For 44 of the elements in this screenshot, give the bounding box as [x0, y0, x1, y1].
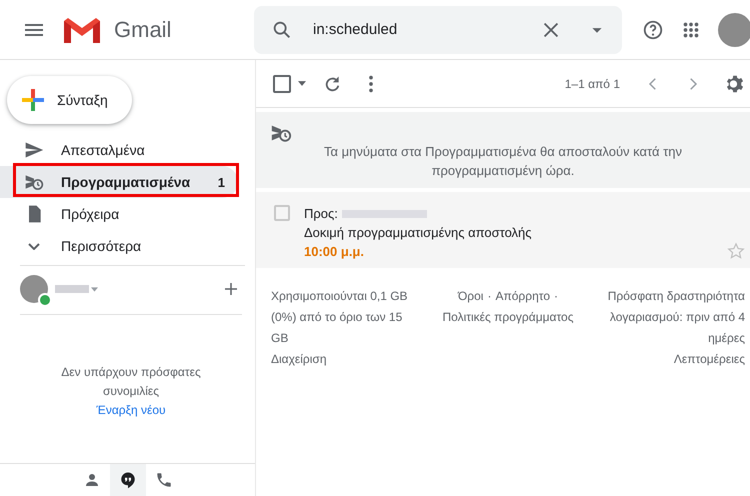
separator-dot: · — [554, 288, 558, 305]
compose-button[interactable]: Σύνταξη — [7, 76, 132, 124]
notice-text: Τα μηνύματα στα Προγραμματισμένα θα αποσταλούν κατά την προγραμματισμένη ώρα. — [323, 143, 683, 180]
separator-dot: · — [487, 288, 492, 305]
sidebar-item-label: Περισσότερα — [61, 238, 142, 254]
unread-count: 1 — [218, 174, 225, 190]
phone-icon — [154, 471, 172, 489]
caret-icon[interactable] — [91, 286, 98, 292]
footer-link[interactable]: Πολιτικές προγράμματος — [442, 307, 574, 328]
account-activity-text: Πρόσφατη δραστηριότητα λογαριασμού: πριν από 4 ημέρες — [606, 288, 745, 347]
blurred-name-placeholder — [55, 285, 89, 293]
plus-icon[interactable] — [222, 280, 240, 298]
search-field[interactable]: in:scheduled — [303, 20, 530, 39]
message-subject: Δοκιμή προγραμματισμένης αποστολής — [304, 224, 532, 242]
help-icon[interactable] — [642, 18, 664, 40]
quote-bubble-icon — [118, 471, 136, 489]
manage-link[interactable]: Διαχείριση — [271, 349, 327, 370]
sidebar-item-label: Απεσταλμένα — [61, 142, 145, 158]
avatar-photo-placeholder[interactable] — [718, 12, 750, 46]
no-chats-text: Δεν υπάρχουν πρόσφατες συνομιλίες — [60, 364, 202, 400]
select-all-checkbox[interactable] — [273, 74, 291, 92]
scheduled-time: 10:00 μ.μ. — [304, 243, 365, 261]
sidebar-item-label: Προγραμματισμένα — [61, 174, 190, 190]
sidebar-item[interactable]: Πρόχειρα — [0, 198, 238, 230]
sidebar-item[interactable]: Απεσταλμένα — [0, 134, 238, 166]
sidebar-item[interactable]: Περισσότερα — [0, 230, 238, 262]
storage-usage-text: Χρησιμοποιούνται 0,1 GB (0%) από το όριο των 15 GB — [271, 288, 409, 347]
send-icon — [24, 140, 44, 160]
recipient-label: Προς: — [304, 205, 338, 223]
app-name: Gmail — [114, 16, 172, 42]
plus-icon — [21, 88, 45, 112]
start-chat-link[interactable]: Έναρξη νέου — [96, 401, 166, 420]
search-bar[interactable]: in:scheduled — [254, 6, 622, 54]
message-row[interactable]: Προς: Δοκιμή προγραμματισμένης αποστολής 10:00 μ.μ. — [256, 192, 750, 268]
star-icon[interactable] — [727, 242, 745, 260]
details-link[interactable]: Λεπτομέρειες — [674, 349, 745, 370]
message-checkbox[interactable] — [274, 205, 290, 221]
chevron-down-icon — [28, 242, 40, 250]
caret-icon[interactable] — [298, 81, 306, 86]
page-info: 1–1 από 1 — [564, 76, 620, 90]
footer-link[interactable]: Απόρρητο — [495, 286, 550, 307]
sidebar-item-label: Πρόχειρα — [61, 206, 120, 222]
chat-tab[interactable] — [110, 464, 146, 496]
footer-link[interactable]: Όροι — [458, 286, 484, 307]
